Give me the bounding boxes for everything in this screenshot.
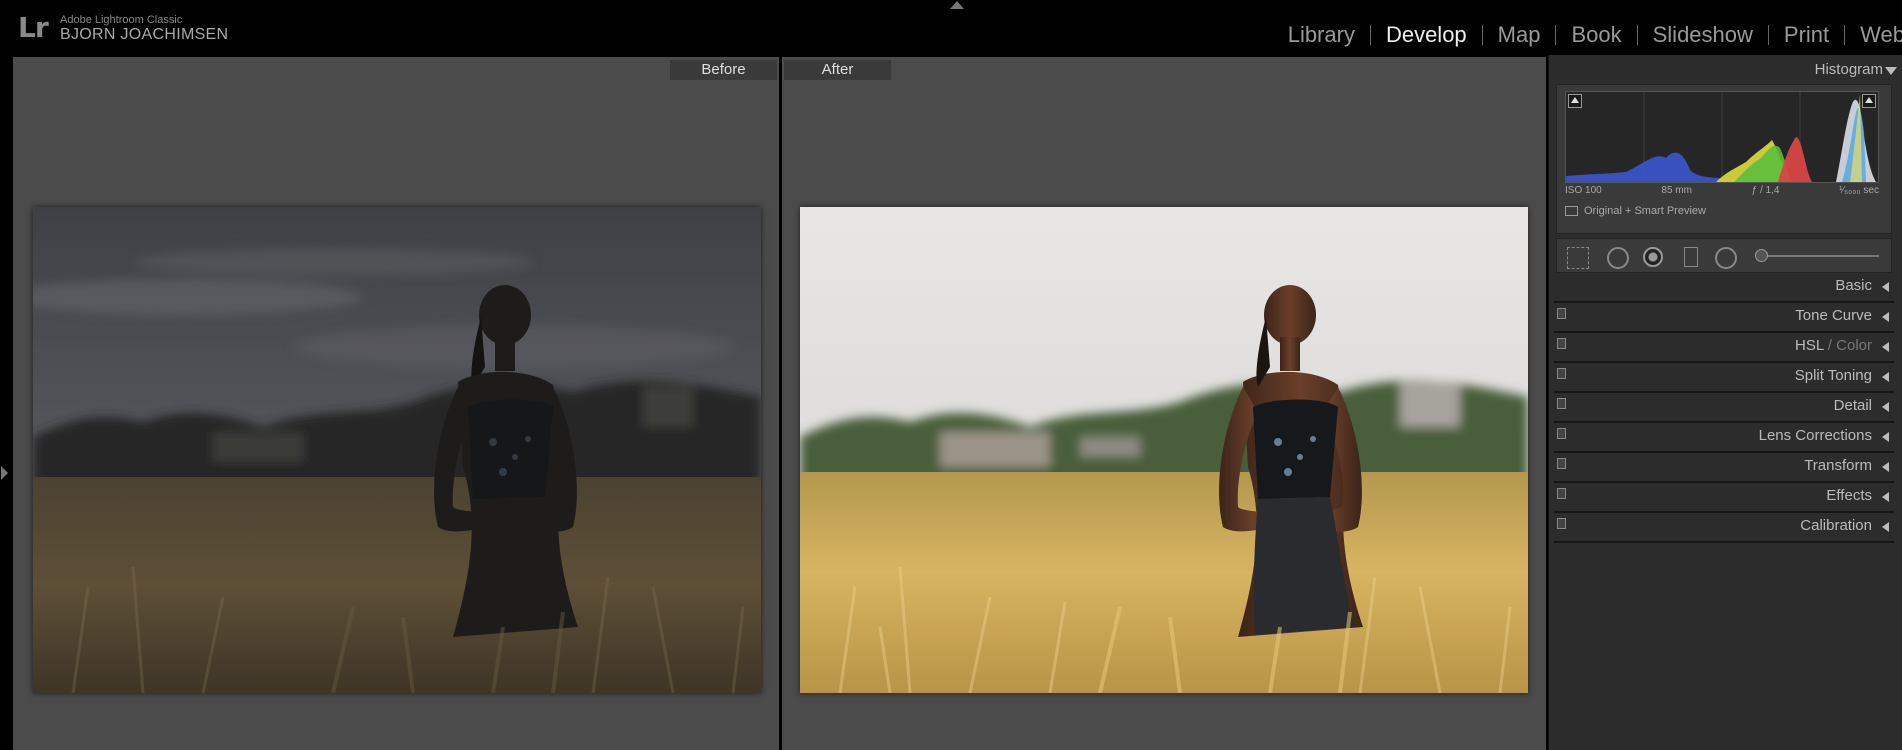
module-map[interactable]: Map — [1483, 22, 1556, 48]
histogram-header[interactable]: Histogram — [1815, 61, 1883, 78]
right-panel: Histogram ISO 100 85 mm ƒ / 1,4 ¹⁄₅₀₀₀ s… — [1548, 55, 1902, 750]
expand-arrow-icon — [1882, 432, 1889, 442]
before-label: Before — [670, 60, 777, 80]
section-title: HSL / Color — [1795, 337, 1872, 354]
collapse-down-arrow-icon[interactable] — [1885, 67, 1897, 75]
smart-preview-icon — [1565, 206, 1578, 216]
histogram-graph[interactable] — [1565, 91, 1879, 183]
expand-arrow-icon — [1882, 522, 1889, 532]
lightroom-logo: Lr — [18, 11, 49, 44]
section-lens-corrections[interactable]: Lens Corrections — [1554, 423, 1894, 453]
section-title: Split Toning — [1794, 367, 1872, 384]
section-toggle-switch[interactable] — [1557, 488, 1566, 499]
before-photo[interactable] — [33, 207, 761, 693]
section-calibration[interactable]: Calibration — [1554, 513, 1894, 543]
hsl-tab[interactable]: HSL — [1795, 337, 1824, 354]
section-transform[interactable]: Transform — [1554, 453, 1894, 483]
section-title: Transform — [1804, 457, 1872, 474]
section-title: Effects — [1826, 487, 1872, 504]
smart-preview-label: Original + Smart Preview — [1584, 205, 1706, 217]
triangle-icon — [1571, 97, 1579, 103]
smart-preview-status[interactable]: Original + Smart Preview — [1565, 205, 1706, 217]
graduated-filter-icon[interactable] — [1684, 247, 1698, 267]
section-detail[interactable]: Detail — [1554, 393, 1894, 423]
section-effects[interactable]: Effects — [1554, 483, 1894, 513]
before-view: Before — [13, 57, 779, 750]
app-name: Adobe Lightroom Classic — [60, 14, 183, 26]
section-title: Detail — [1833, 397, 1872, 414]
section-toggle-switch[interactable] — [1557, 458, 1566, 469]
triangle-icon — [1865, 97, 1873, 103]
tool-strip — [1556, 238, 1892, 273]
after-view: After — [782, 57, 1546, 750]
highlight-clipping-toggle[interactable] — [1862, 94, 1876, 108]
section-basic[interactable]: Basic — [1554, 273, 1894, 303]
expand-arrow-icon — [1882, 312, 1889, 322]
expand-left-panel-arrow-icon[interactable] — [1, 466, 8, 480]
module-slideshow[interactable]: Slideshow — [1638, 22, 1768, 48]
section-toggle-switch[interactable] — [1557, 338, 1566, 349]
module-book[interactable]: Book — [1556, 22, 1636, 48]
module-library[interactable]: Library — [1273, 22, 1370, 48]
exif-aperture: ƒ / 1,4 — [1751, 185, 1780, 196]
expand-arrow-icon — [1882, 282, 1889, 292]
section-toggle-switch[interactable] — [1557, 368, 1566, 379]
exif-shutter: ¹⁄₅₀₀₀ sec — [1839, 185, 1879, 196]
color-tab[interactable]: / Color — [1824, 337, 1872, 354]
section-toggle-switch[interactable] — [1557, 398, 1566, 409]
module-print[interactable]: Print — [1769, 22, 1844, 48]
section-toggle-switch[interactable] — [1557, 518, 1566, 529]
collapse-top-panel-arrow-icon[interactable] — [950, 1, 964, 9]
expand-arrow-icon — [1882, 462, 1889, 472]
after-photo[interactable] — [800, 207, 1528, 693]
spot-removal-icon[interactable] — [1607, 247, 1629, 269]
section-title: Calibration — [1800, 517, 1872, 534]
expand-arrow-icon — [1882, 372, 1889, 382]
red-eye-icon[interactable] — [1643, 247, 1663, 267]
section-title: Lens Corrections — [1758, 427, 1872, 444]
section-toggle-switch[interactable] — [1557, 308, 1566, 319]
identity-plate[interactable]: BJORN JOACHIMSEN — [60, 26, 228, 44]
histogram-box: ISO 100 85 mm ƒ / 1,4 ¹⁄₅₀₀₀ sec Origina… — [1556, 84, 1892, 234]
adjustment-brush-icon[interactable] — [1755, 249, 1768, 262]
section-title: Basic — [1835, 277, 1872, 294]
after-label: After — [784, 60, 891, 80]
section-title: Tone Curve — [1795, 307, 1872, 324]
section-tone-curve[interactable]: Tone Curve — [1554, 303, 1894, 333]
exif-info: ISO 100 85 mm ƒ / 1,4 ¹⁄₅₀₀₀ sec — [1565, 185, 1879, 196]
module-develop[interactable]: Develop — [1371, 22, 1482, 48]
crop-overlay-icon[interactable] — [1567, 247, 1589, 269]
exif-iso: ISO 100 — [1565, 185, 1602, 196]
adjustment-brush-track[interactable] — [1757, 255, 1879, 257]
module-web[interactable]: Web — [1845, 22, 1902, 48]
radial-filter-icon[interactable] — [1715, 247, 1737, 269]
expand-arrow-icon — [1882, 402, 1889, 412]
expand-arrow-icon — [1882, 492, 1889, 502]
module-picker: Library Develop Map Book Slideshow Print… — [1273, 19, 1902, 51]
expand-arrow-icon — [1882, 342, 1889, 352]
section-toggle-switch[interactable] — [1557, 428, 1566, 439]
shadow-clipping-toggle[interactable] — [1568, 94, 1582, 108]
section-hsl-color[interactable]: HSL / Color — [1554, 333, 1894, 363]
top-bar: Lr Adobe Lightroom Classic BJORN JOACHIM… — [0, 0, 1902, 55]
exif-focal-length: 85 mm — [1661, 185, 1692, 196]
section-split-toning[interactable]: Split Toning — [1554, 363, 1894, 393]
